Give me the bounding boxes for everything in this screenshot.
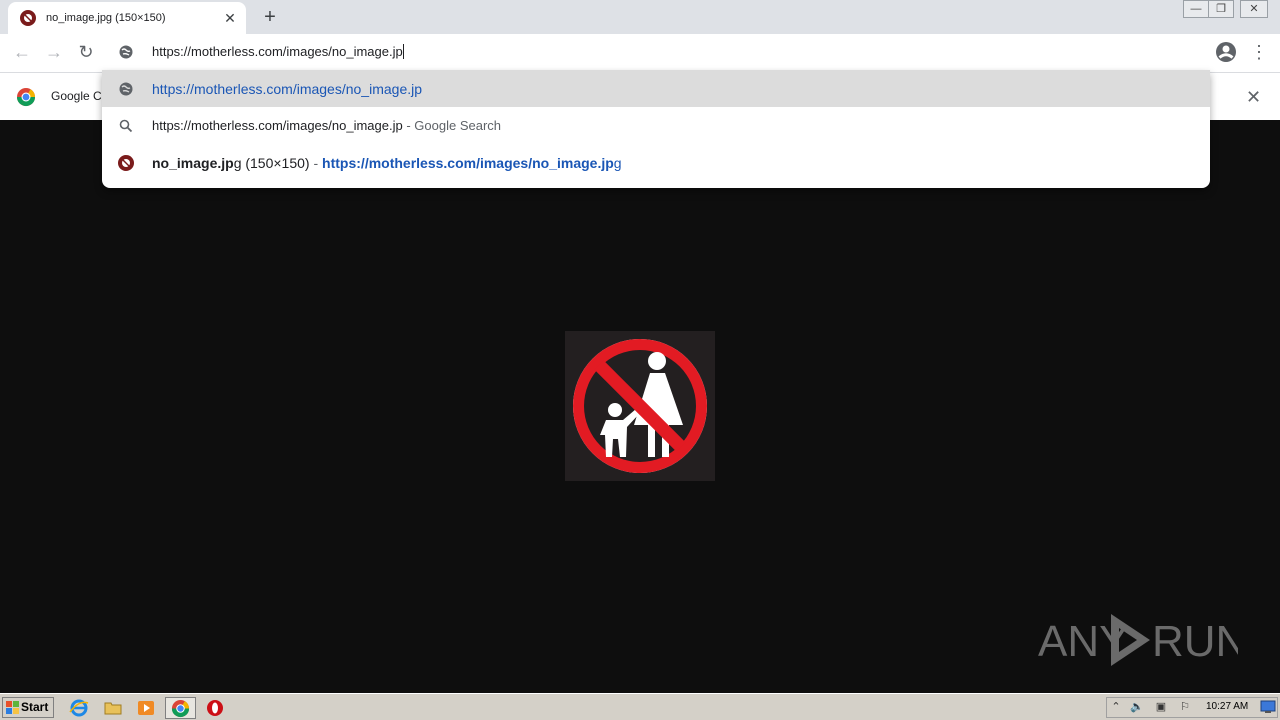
show-hidden-icons-icon[interactable]: ⌃ [1109, 700, 1123, 714]
window-close-icon[interactable]: ✕ [1240, 0, 1268, 18]
tab-close-icon[interactable]: ✕ [222, 10, 238, 26]
back-icon[interactable]: ← [10, 40, 34, 64]
taskbar: Start ⌃ 🔈 ▣ ⚐ 10:27 AM [0, 693, 1280, 720]
suggestion-url-text: https://motherless.com/images/no_image.j… [152, 81, 423, 97]
action-center-flag-icon[interactable]: ⚐ [1178, 700, 1192, 714]
suggestion-search[interactable]: https://motherless.com/images/no_image.j… [102, 107, 1210, 144]
chrome-icon [171, 699, 190, 718]
folder-icon[interactable] [103, 698, 123, 718]
browser-toolbar: ← → ↻ https://motherless.com/images/no_i… [0, 34, 1280, 72]
omnibox-suggestions: https://motherless.com/images/no_image.j… [102, 70, 1210, 188]
forward-icon[interactable]: → [42, 40, 66, 64]
title-bar: no_image.jpg (150×150) ✕ + — ❐ ✕ [0, 0, 1280, 34]
internet-explorer-icon[interactable] [69, 698, 89, 718]
prohibition-sign-icon [573, 339, 707, 473]
suggestion-history[interactable]: no_image.jpg (150×150) - https://motherl… [102, 144, 1210, 181]
text-caret [402, 44, 404, 59]
watermark-right-text: RUN [1152, 617, 1238, 666]
network-icon[interactable]: ▣ [1154, 700, 1168, 714]
chrome-logo-icon [16, 88, 35, 107]
globe-icon [119, 45, 133, 59]
anyrun-watermark: ANY RUN [1038, 614, 1238, 666]
kebab-menu-icon[interactable]: ⋮ [1250, 41, 1268, 63]
browser-tab[interactable]: no_image.jpg (150×150) ✕ [8, 2, 246, 34]
opera-icon[interactable] [205, 698, 225, 718]
address-input[interactable]: https://motherless.com/images/no_image.j… [152, 44, 404, 59]
clock[interactable]: 10:27 AM [1206, 701, 1248, 712]
info-bar-text: Google Cl [51, 89, 101, 103]
start-label: Start [21, 700, 49, 714]
content-image [565, 331, 715, 481]
restore-icon[interactable]: ❐ [1208, 0, 1234, 18]
volume-icon[interactable]: 🔈 [1130, 700, 1144, 714]
globe-icon [119, 82, 133, 96]
suggestion-url[interactable]: https://motherless.com/images/no_image.j… [102, 70, 1210, 107]
new-tab-icon[interactable]: + [260, 7, 280, 27]
minimize-icon[interactable]: — [1183, 0, 1209, 18]
site-favicon-icon [20, 10, 36, 26]
media-player-icon[interactable] [136, 698, 156, 718]
chrome-taskbar-button[interactable] [165, 697, 196, 719]
reload-icon[interactable]: ↻ [74, 40, 98, 64]
site-favicon-icon [118, 155, 134, 171]
search-icon [119, 119, 133, 133]
info-bar-close-icon[interactable]: ✕ [1246, 87, 1261, 108]
suggestion-search-text: https://motherless.com/images/no_image.j… [152, 118, 502, 133]
windows-flag-icon [6, 701, 19, 714]
show-desktop-icon[interactable] [1260, 700, 1276, 714]
profile-icon[interactable] [1215, 41, 1237, 63]
suggestion-history-text: no_image.jpg (150×150) - https://motherl… [152, 155, 622, 171]
play-icon [1111, 614, 1150, 666]
start-button[interactable]: Start [2, 697, 54, 718]
tab-title: no_image.jpg (150×150) [46, 12, 166, 24]
address-bar[interactable]: https://motherless.com/images/no_image.j… [102, 34, 1210, 70]
